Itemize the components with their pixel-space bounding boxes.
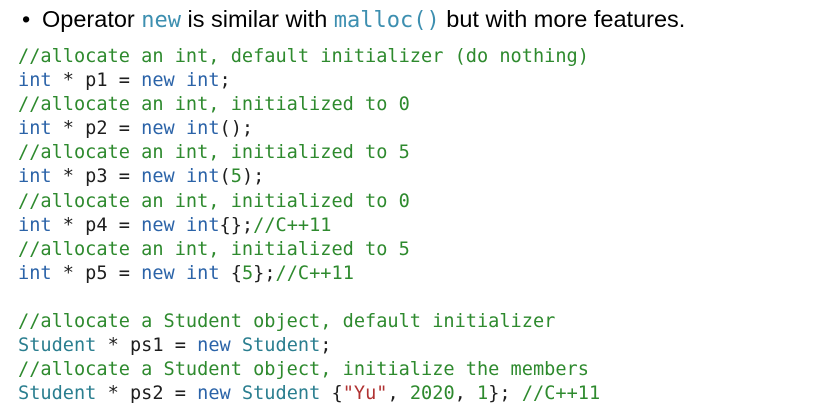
code-token-new: new [141, 262, 175, 284]
code-line: int * p1 = new int; [18, 69, 600, 93]
heading-text-middle: is similar with [181, 6, 334, 32]
code-token-plain: * ps1 = [96, 335, 198, 357]
code-block: //allocate an int, default initializer (… [18, 45, 600, 406]
heading-text-after: but with more features. [439, 6, 686, 32]
code-token-type: int [18, 118, 52, 140]
code-token-type: int [18, 262, 52, 284]
code-token-plain: * ps2 = [96, 383, 198, 405]
code-token-plain: ; [320, 335, 332, 357]
code-line: int * p3 = new int(5); [18, 165, 600, 189]
code-token-plain: {}; [219, 214, 254, 236]
code-token-num: 5 [241, 262, 254, 284]
code-token-comment: //C++11 [521, 383, 601, 405]
code-token-plain: , [387, 383, 410, 405]
code-token-new: new [141, 70, 175, 92]
code-token-type: int [18, 70, 52, 92]
heading-function-malloc: malloc() [333, 8, 440, 33]
code-token-class: Student [18, 383, 97, 405]
code-token-plain: }; [253, 262, 276, 284]
code-token-new: new [197, 383, 231, 405]
code-token-comment: //C++11 [275, 262, 354, 284]
code-token-type: int [185, 214, 220, 236]
code-line: //allocate a Student object, default ini… [18, 310, 600, 334]
code-token-comment: //allocate an int, initialized to 0 [18, 190, 410, 212]
code-token-plain: { [219, 262, 242, 284]
code-token-type: int [185, 166, 220, 188]
code-line: Student * ps2 = new Student {"Yu", 2020,… [18, 382, 600, 406]
code-line: //allocate an int, initialized to 5 [18, 141, 600, 165]
code-line: int * p2 = new int(); [18, 117, 600, 141]
code-token-plain: ); [241, 166, 265, 188]
blank-code-line [18, 286, 600, 310]
code-token-num: 2020 [409, 383, 455, 405]
code-line: int * p4 = new int{};//C++11 [18, 214, 600, 238]
bullet-heading: • Operator new is similar with malloc() b… [22, 2, 685, 36]
code-token-class: Student [241, 335, 321, 357]
code-token-new: new [141, 118, 175, 140]
code-token-type: int [185, 70, 220, 92]
code-token-comment: //C++11 [253, 214, 332, 236]
code-token-num: 1 [477, 383, 489, 405]
code-line: //allocate an int, initialized to 5 [18, 238, 600, 262]
code-token-new: new [197, 335, 231, 357]
code-token-plain: { [320, 383, 343, 405]
code-token-type: int [18, 214, 52, 236]
code-line: //allocate an int, initialized to 0 [18, 93, 600, 117]
code-token-comment: //allocate a Student object, default ini… [18, 311, 556, 333]
code-token-plain: (); [219, 118, 254, 140]
code-token-plain: , [454, 383, 478, 405]
code-token-comment: //allocate an int, default initializer (… [18, 46, 589, 67]
code-token-comment: //allocate an int, initialized to 5 [18, 142, 410, 164]
code-token-str: "Yu" [342, 383, 388, 405]
code-line: Student * ps1 = new Student; [18, 334, 600, 358]
code-token-comment: //allocate an int, initialized to 0 [18, 94, 410, 116]
code-token-plain: ; [219, 70, 231, 92]
code-token-new: new [141, 166, 175, 188]
code-line: //allocate a Student object, initialize … [18, 358, 600, 382]
code-token-num: 5 [230, 166, 242, 188]
code-token-plain: * p3 = [51, 166, 142, 188]
code-token-plain: * p1 = [51, 70, 142, 92]
code-token-plain: }; [488, 383, 522, 405]
code-token-plain: * p2 = [51, 118, 142, 140]
code-token-type: int [185, 262, 220, 284]
code-token-comment: //allocate an int, initialized to 5 [18, 238, 410, 260]
code-line: //allocate an int, default initializer (… [18, 45, 600, 69]
code-token-class: Student [18, 335, 97, 357]
bullet-marker: • [22, 6, 31, 32]
code-token-type: int [18, 166, 52, 188]
heading-keyword-new: new [141, 8, 182, 33]
code-token-comment: //allocate a Student object, initialize … [18, 359, 589, 381]
code-token-plain: * p4 = [51, 214, 142, 236]
code-line: int * p5 = new int {5};//C++11 [18, 262, 600, 286]
code-token-class: Student [241, 383, 321, 405]
code-token-new: new [141, 214, 175, 236]
code-token-type: int [185, 118, 220, 140]
heading-text-before: Operator [42, 6, 142, 32]
code-token-plain: ( [219, 166, 231, 188]
code-token-plain: * p5 = [51, 262, 142, 284]
code-line: //allocate an int, initialized to 0 [18, 190, 600, 214]
